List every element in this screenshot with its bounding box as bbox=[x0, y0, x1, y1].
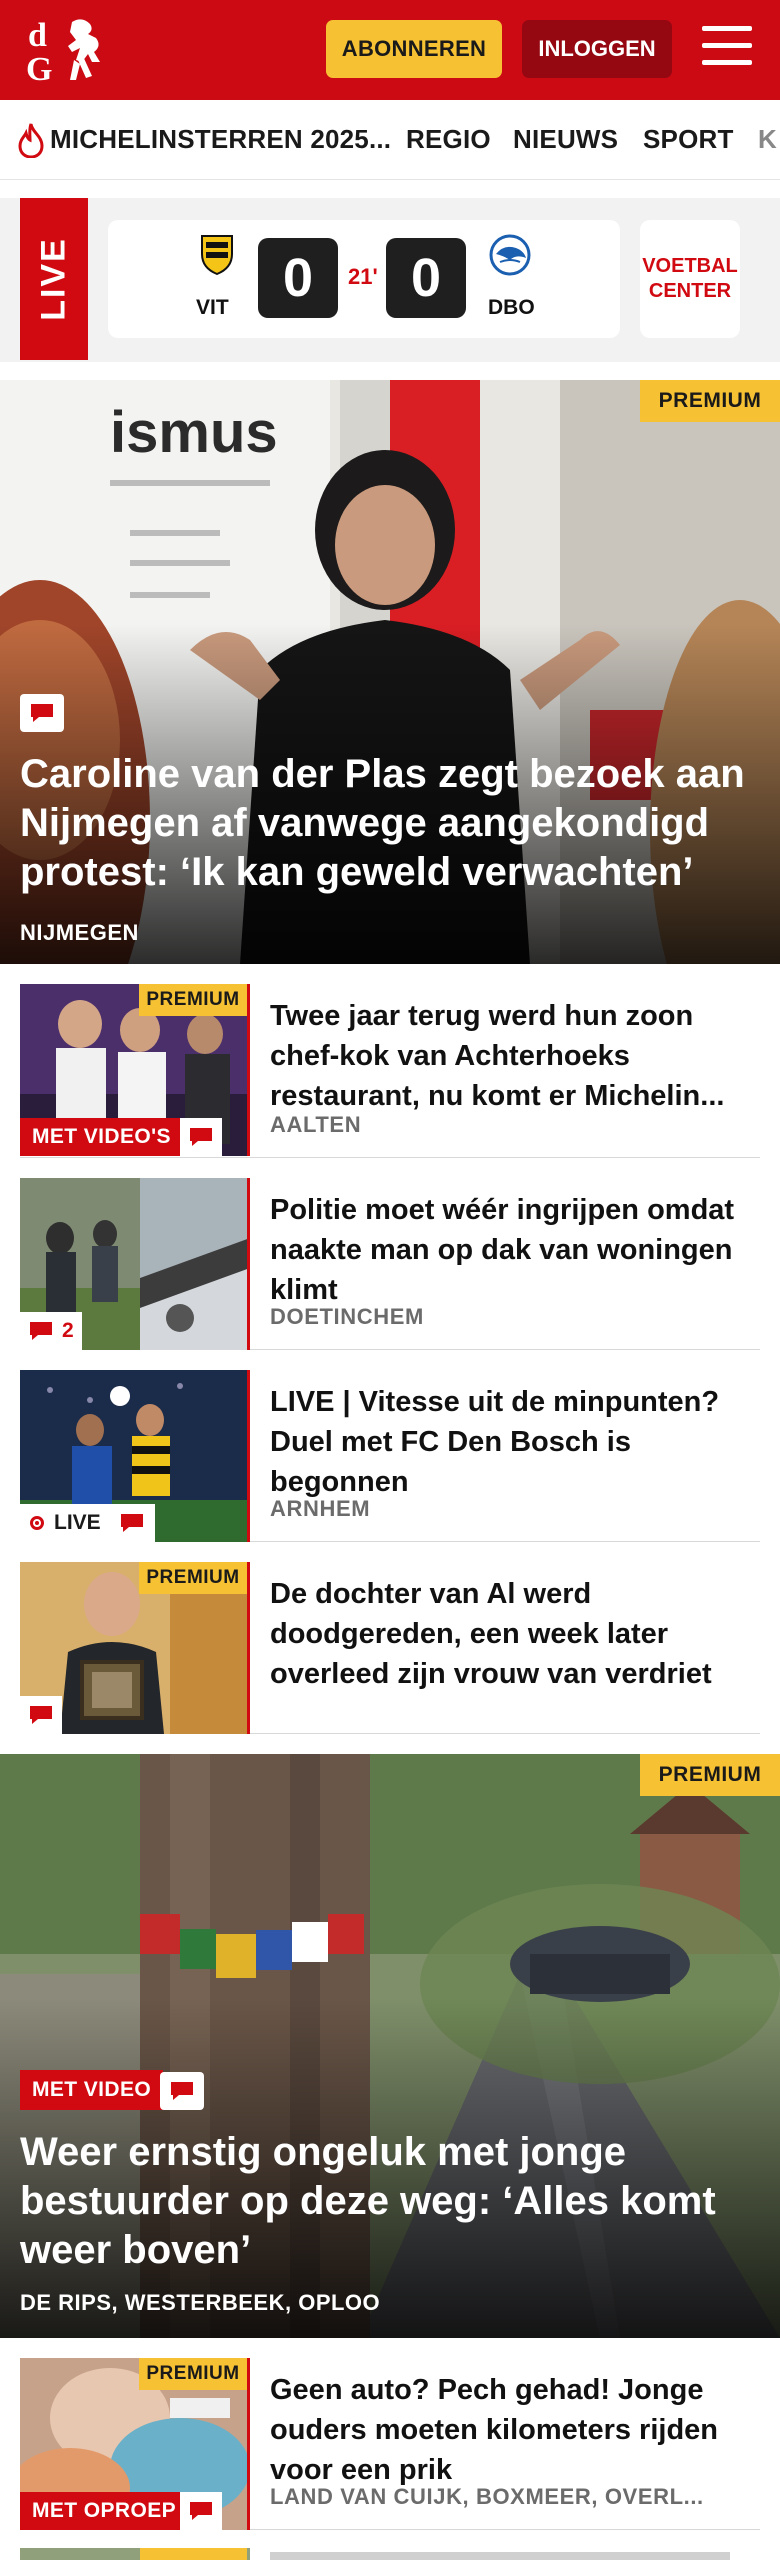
premium-badge: PREMIUM bbox=[640, 380, 780, 422]
premium-badge: PREMIUM bbox=[139, 1562, 247, 1594]
article-thumbnail: LIVE bbox=[20, 1370, 250, 1542]
list-item[interactable]: LIVE LIVE | Vitesse uit de minpunten? Du… bbox=[20, 1370, 760, 1542]
article-place: ARNHEM bbox=[270, 1496, 371, 1521]
article-place: LAND VAN CUIJK, BOXMEER, OVERL... bbox=[270, 2484, 704, 2509]
subscribe-button[interactable]: ABONNEREN bbox=[326, 20, 502, 78]
comment-button[interactable] bbox=[180, 2492, 222, 2530]
svg-text:ismus: ismus bbox=[110, 400, 278, 465]
hero-place: NIJMEGEN bbox=[20, 920, 139, 945]
live-badge: LIVE bbox=[20, 1504, 155, 1542]
nav-item-sport[interactable]: SPORT bbox=[643, 124, 734, 155]
site-logo[interactable]: d G bbox=[22, 14, 114, 86]
voetbal-center-button[interactable]: VOETBAL CENTER bbox=[640, 220, 740, 338]
live-dot-icon bbox=[30, 1516, 44, 1530]
article-thumbnail: PREMIUM bbox=[20, 1562, 250, 1734]
article-thumbnail: PREMIUM MET VIDEO'S bbox=[20, 984, 250, 1156]
callout-badge: MET OPROEP bbox=[20, 2492, 189, 2530]
article-place: AALTEN bbox=[270, 1112, 362, 1137]
flame-icon bbox=[18, 122, 44, 158]
comment-icon bbox=[190, 1128, 212, 1146]
list-item[interactable]: 2 Politie moet wéér ingrijpen omdat naak… bbox=[20, 1178, 760, 1350]
svg-text:G: G bbox=[26, 51, 52, 86]
article-title[interactable]: Geen auto? Pech gehad! Jonge ouders moet… bbox=[270, 2370, 760, 2490]
comment-button[interactable] bbox=[20, 1696, 62, 1734]
comment-button[interactable] bbox=[180, 1118, 222, 1156]
match-minute: 21' bbox=[348, 264, 378, 289]
comment-icon bbox=[30, 1322, 52, 1340]
video-badge: MET VIDEO bbox=[20, 2070, 164, 2110]
home-score: 0 bbox=[258, 238, 338, 318]
vitesse-crest-icon bbox=[201, 235, 233, 276]
video-badge: MET VIDEO'S bbox=[20, 1118, 183, 1156]
hamburger-icon[interactable] bbox=[702, 26, 752, 72]
premium-badge: PREMIUM bbox=[139, 984, 247, 1016]
hero-article[interactable]: ismus PREMIUM Caroline van der Plas zegt… bbox=[0, 380, 780, 964]
nav-item-more[interactable]: K bbox=[758, 124, 777, 155]
login-button[interactable]: INLOGGEN bbox=[522, 20, 672, 78]
live-tag: LIVE bbox=[20, 198, 88, 360]
comment-icon bbox=[31, 704, 53, 722]
comment-icon bbox=[30, 1706, 52, 1724]
top-header: d G ABONNEREN INLOGGEN bbox=[0, 0, 780, 100]
comment-icon bbox=[171, 2082, 193, 2100]
nav-item-michelinsterren[interactable]: MICHELINSTERREN 2025... bbox=[50, 124, 391, 155]
hero-article[interactable]: PREMIUM MET VIDEO Weer ernstig ongeluk m… bbox=[0, 1754, 780, 2338]
article-thumbnail: PREMIUM MET OPROEP bbox=[20, 2358, 250, 2530]
score-card[interactable]: VIT 0 21' 0 DBO bbox=[108, 220, 620, 338]
article-title[interactable]: Politie moet wéér ingrijpen omdat naakte… bbox=[270, 1190, 760, 1310]
comment-button[interactable] bbox=[20, 694, 64, 732]
away-team-name: DBO bbox=[488, 296, 535, 319]
list-item[interactable]: PREMIUM MET VIDEO'S Twee jaar terug werd… bbox=[20, 984, 760, 1158]
comment-icon[interactable] bbox=[119, 1512, 145, 1534]
list-item[interactable]: PREMIUM De dochter van Al werd doodgered… bbox=[20, 1562, 760, 1734]
hero-title[interactable]: Caroline van der Plas zegt bezoek aan Ni… bbox=[20, 750, 760, 897]
premium-badge: PREMIUM bbox=[139, 2358, 247, 2390]
home-team-name: VIT bbox=[196, 296, 229, 319]
comment-button[interactable] bbox=[160, 2072, 204, 2110]
nav-item-nieuws[interactable]: NIEUWS bbox=[513, 124, 618, 155]
live-match-bar: LIVE VIT 0 21' 0 DBO VOETBAL CENTER bbox=[0, 198, 780, 362]
article-title[interactable]: Twee jaar terug werd hun zoon chef-kok v… bbox=[270, 996, 760, 1116]
article-thumbnail: 2 bbox=[20, 1178, 250, 1350]
den-bosch-crest-icon bbox=[489, 234, 531, 276]
nav-item-regio[interactable]: REGIO bbox=[406, 124, 491, 155]
hero-place: DE RIPS, WESTERBEEK, OPLOO bbox=[20, 2290, 381, 2315]
article-title[interactable]: LIVE | Vitesse uit de minpunten? Duel me… bbox=[270, 1382, 760, 1502]
hero-title[interactable]: Weer ernstig ongeluk met jonge bestuurde… bbox=[20, 2128, 760, 2275]
away-score: 0 bbox=[386, 238, 466, 318]
list-item-partial[interactable] bbox=[20, 2548, 760, 2560]
section-nav: MICHELINSTERREN 2025... REGIO NIEUWS SPO… bbox=[0, 100, 780, 180]
comment-icon bbox=[190, 2502, 212, 2520]
svg-text:d: d bbox=[28, 17, 47, 54]
article-title[interactable]: De dochter van Al werd doodgereden, een … bbox=[270, 1574, 760, 1694]
premium-badge: PREMIUM bbox=[640, 1754, 780, 1796]
list-item[interactable]: PREMIUM MET OPROEP Geen auto? Pech gehad… bbox=[20, 2358, 760, 2530]
article-place: DOETINCHEM bbox=[270, 1304, 424, 1329]
comment-count[interactable]: 2 bbox=[20, 1312, 82, 1350]
